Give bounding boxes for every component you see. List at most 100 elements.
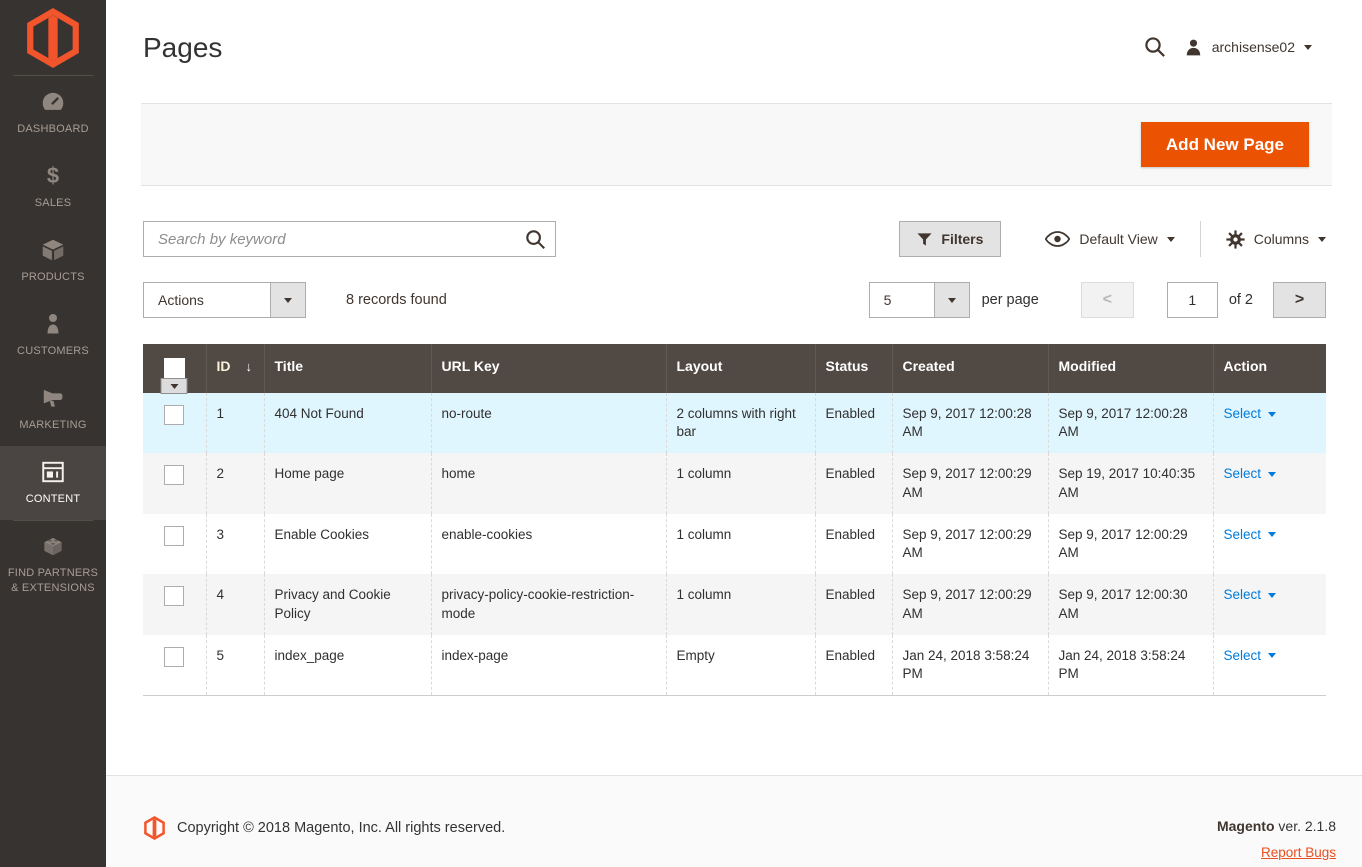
global-search-icon[interactable] <box>1144 36 1166 58</box>
sidebar-item-label: FIND PARTNERS & EXTENSIONS <box>7 567 99 594</box>
column-header-id[interactable]: ID ↓ <box>205 344 264 393</box>
column-header-layout[interactable]: Layout <box>665 344 815 393</box>
table-row: 5 index_page index-page Empty Enabled Ja… <box>143 634 1326 696</box>
sidebar-item-label: CONTENT <box>25 493 81 506</box>
chevron-down-icon <box>1268 532 1277 538</box>
column-header-status[interactable]: Status <box>814 344 892 393</box>
page-title: Pages <box>143 32 223 63</box>
cell-modified: Sep 19, 2017 10:40:35 AM <box>1047 453 1213 514</box>
column-header-created[interactable]: Created <box>891 344 1048 393</box>
footer: Copyright © 2018 Magento, Inc. All right… <box>106 775 1362 867</box>
filters-label: Filters <box>941 231 984 247</box>
sort-descending-icon: ↓ <box>245 359 253 374</box>
magento-logo-icon <box>27 7 79 68</box>
cell-created: Sep 9, 2017 12:00:29 AM <box>891 574 1048 635</box>
row-checkbox[interactable] <box>164 586 185 607</box>
sidebar-item-find-partners[interactable]: FIND PARTNERS & EXTENSIONS <box>0 521 106 607</box>
sidebar-item-marketing[interactable]: MARKETING <box>0 372 106 446</box>
username: archisense02 <box>1211 39 1295 55</box>
cell-id: 1 <box>205 393 264 454</box>
row-select-action[interactable]: Select <box>1224 586 1277 604</box>
mass-actions: Actions 8 records found <box>143 282 447 318</box>
chevron-down-icon <box>1268 411 1277 417</box>
sidebar-item-products[interactable]: PRODUCTS <box>0 224 106 298</box>
cell-modified: Sep 9, 2017 12:00:30 AM <box>1047 574 1213 635</box>
eye-icon <box>1045 231 1071 247</box>
per-page-select[interactable]: 5 <box>868 282 970 318</box>
chevron-down-icon <box>1318 236 1326 242</box>
user-avatar-icon <box>1186 39 1200 55</box>
cell-title: Enable Cookies <box>263 513 431 575</box>
view-label: Default View <box>1079 231 1158 247</box>
cell-layout: 1 column <box>665 453 815 514</box>
page-header: Pages archisense02 <box>106 0 1362 103</box>
column-header-action[interactable]: Action <box>1212 344 1326 393</box>
select-all-dropdown[interactable] <box>160 378 188 394</box>
cell-modified: Jan 24, 2018 3:58:24 PM <box>1047 634 1213 696</box>
next-page-button[interactable]: > <box>1273 282 1326 318</box>
cell-modified: Sep 9, 2017 12:00:29 AM <box>1047 513 1213 575</box>
row-select-action[interactable]: Select <box>1224 526 1277 544</box>
cell-status: Enabled <box>814 634 892 696</box>
chevron-down-icon <box>1268 592 1277 598</box>
header-tools: archisense02 <box>1144 36 1312 58</box>
version-text: Magento ver. 2.1.8 <box>1216 818 1336 834</box>
column-header-url-key[interactable]: URL Key <box>430 344 666 393</box>
sidebar: DASHBOARD $ SALES PRODUCTS CUSTOMERS MAR… <box>0 0 106 867</box>
cell-created: Jan 24, 2018 3:58:24 PM <box>891 634 1048 696</box>
cell-layout: Empty <box>665 634 815 696</box>
search-input[interactable] <box>144 222 555 256</box>
footer-version-block: Magento ver. 2.1.8 Report Bugs <box>1217 818 1336 862</box>
cell-id: 5 <box>205 634 264 696</box>
pagination: 5 per page < of 2 > <box>868 282 1326 318</box>
cell-title: 404 Not Found <box>263 393 431 454</box>
row-checkbox[interactable] <box>164 465 185 486</box>
user-menu[interactable]: archisense02 <box>1184 38 1312 57</box>
row-checkbox[interactable] <box>164 646 185 667</box>
sidebar-item-label: CUSTOMERS <box>17 345 89 358</box>
row-select-action[interactable]: Select <box>1224 465 1277 483</box>
row-select-action[interactable]: Select <box>1224 405 1277 423</box>
keyword-search-box <box>143 221 556 257</box>
search-icon[interactable] <box>525 229 546 253</box>
page-number-input[interactable] <box>1166 282 1218 318</box>
cell-url-key: no-route <box>430 393 666 454</box>
page-actions-band: Add New Page <box>141 103 1332 186</box>
previous-page-button[interactable]: < <box>1080 282 1134 318</box>
table-header-row: ID ↓ Title URL Key Layout Status Created … <box>143 344 1326 394</box>
columns-dropdown[interactable]: Columns <box>1226 229 1326 249</box>
cell-layout: 1 column <box>665 574 815 635</box>
row-select-action[interactable]: Select <box>1224 647 1277 665</box>
actions-select[interactable]: Actions <box>143 282 306 318</box>
person-icon <box>41 311 65 337</box>
cell-id: 3 <box>205 513 264 575</box>
select-all-checkbox[interactable] <box>163 358 185 379</box>
copyright-text: Copyright © 2018 Magento, Inc. All right… <box>177 820 506 836</box>
magento-admin-app: DASHBOARD $ SALES PRODUCTS CUSTOMERS MAR… <box>0 0 1362 867</box>
box-icon <box>40 237 66 263</box>
filters-button[interactable]: Filters <box>899 221 1002 257</box>
sidebar-item-customers[interactable]: CUSTOMERS <box>0 298 106 372</box>
magento-logo[interactable] <box>0 0 106 75</box>
sidebar-item-dashboard[interactable]: DASHBOARD <box>0 76 106 150</box>
grid-area: Filters Default View <box>106 221 1362 697</box>
sidebar-item-label: DASHBOARD <box>17 123 89 136</box>
sidebar-item-label: PRODUCTS <box>21 271 85 284</box>
chevron-down-icon <box>270 283 305 317</box>
sidebar-item-sales[interactable]: $ SALES <box>0 150 106 224</box>
add-new-page-button[interactable]: Add New Page <box>1140 122 1309 167</box>
row-checkbox[interactable] <box>164 525 185 546</box>
view-dropdown[interactable]: Default View <box>1045 231 1175 247</box>
select-all-header <box>143 344 206 394</box>
cell-modified: Sep 9, 2017 12:00:28 AM <box>1047 393 1213 454</box>
report-bugs-link[interactable]: Report Bugs <box>1261 845 1336 860</box>
column-header-title[interactable]: Title <box>263 344 431 393</box>
page-total-label: of 2 <box>1228 292 1253 308</box>
table-row: 2 Home page home 1 column Enabled Sep 9,… <box>143 453 1326 514</box>
per-page-value: 5 <box>883 292 892 308</box>
sidebar-item-content[interactable]: CONTENT <box>0 446 106 520</box>
cell-created: Sep 9, 2017 12:00:29 AM <box>891 453 1048 514</box>
cell-title: index_page <box>263 634 431 696</box>
column-header-modified[interactable]: Modified <box>1047 344 1213 393</box>
row-checkbox[interactable] <box>164 405 185 425</box>
